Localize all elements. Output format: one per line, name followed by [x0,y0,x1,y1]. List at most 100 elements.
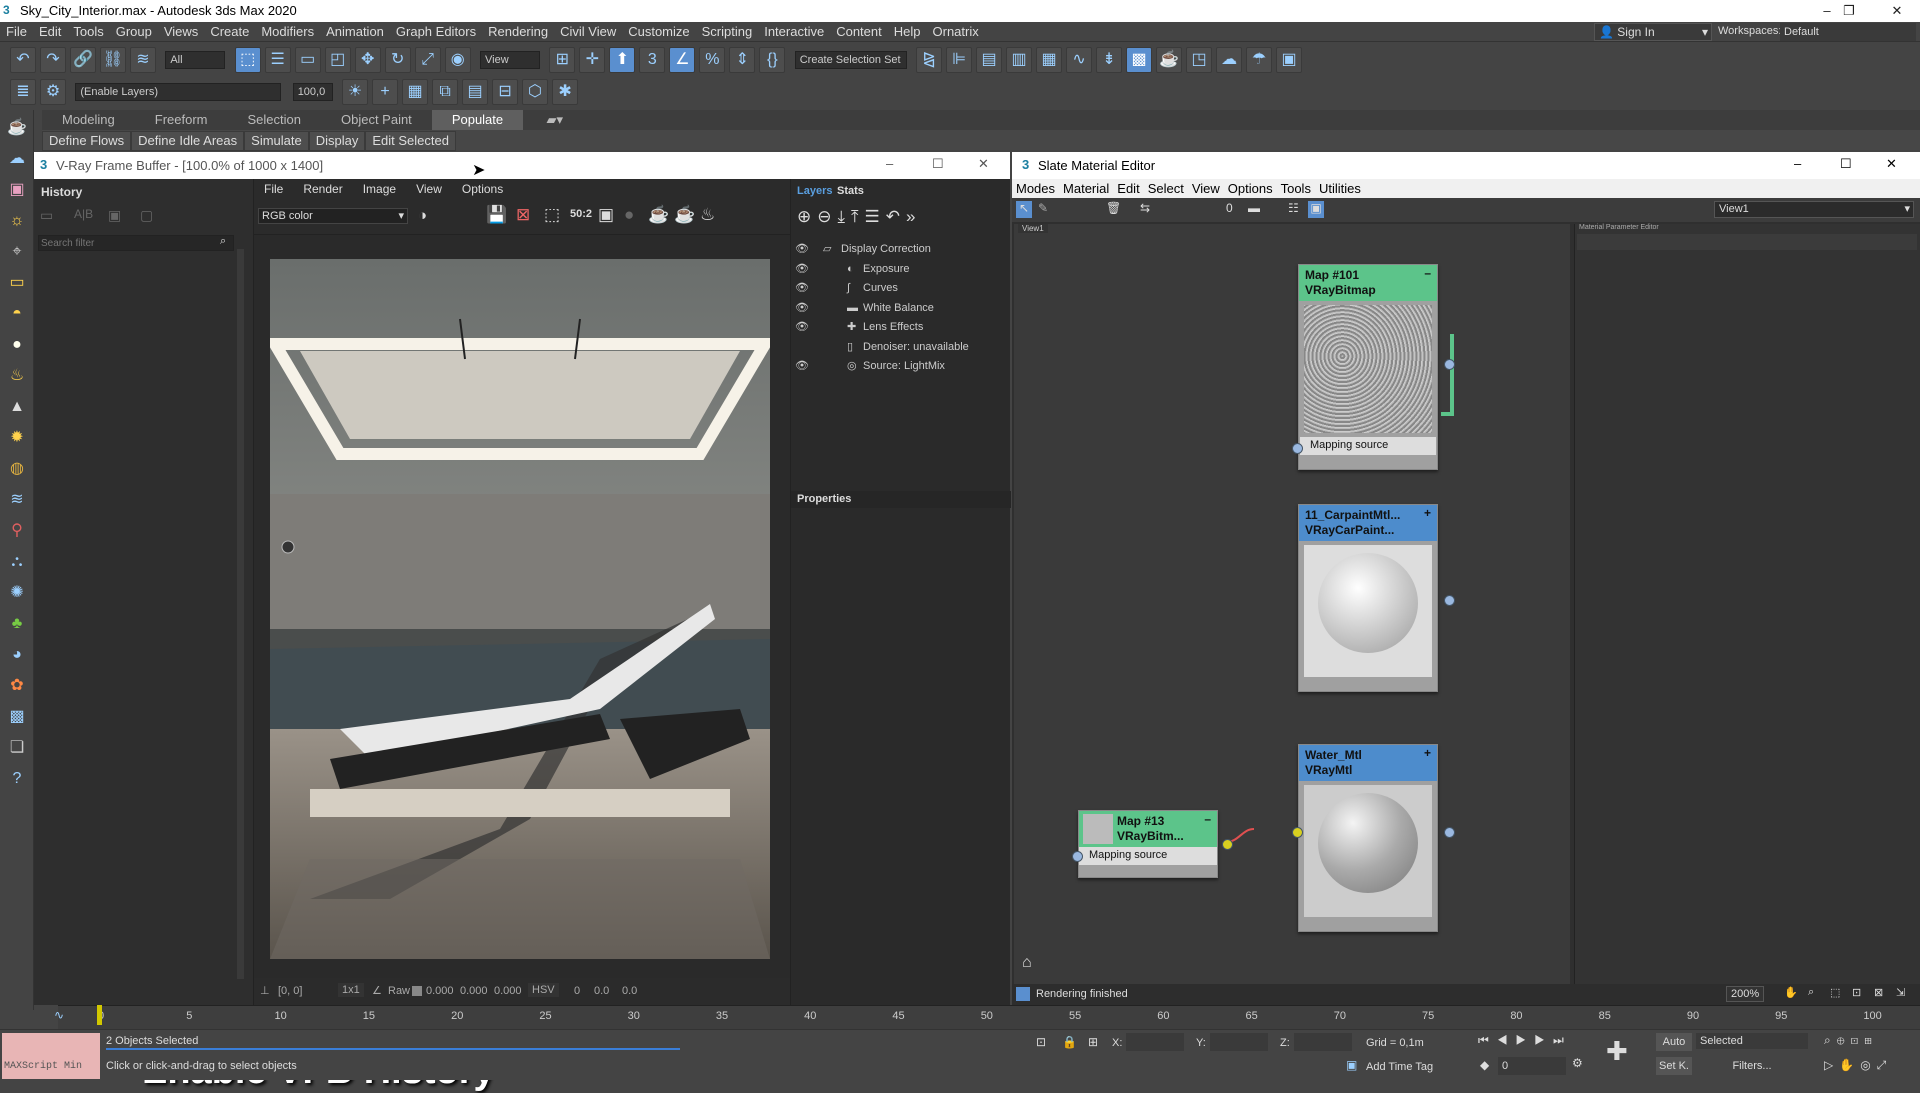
zoom-dropdown[interactable]: 200% [1726,986,1765,1002]
menu-views[interactable]: Views [158,22,204,42]
mapping-source-slot[interactable]: Mapping source [1079,847,1217,865]
tab-selection[interactable]: Selection [228,110,321,130]
input-port[interactable] [1292,827,1303,838]
param-editor-icon[interactable]: ▣ [1308,201,1324,218]
fov-icon[interactable]: ▷ [1824,1058,1839,1072]
dome-icon[interactable]: ◓ [5,302,29,326]
load-layers-icon[interactable]: ⤒ [851,207,865,226]
layout-icon[interactable]: ☷ [1288,201,1299,215]
timeline[interactable]: 0510152025303540455055606570758085909510… [58,1005,1920,1029]
menu-help[interactable]: Help [888,22,927,42]
menu-tools[interactable]: Tools [67,22,109,42]
menu-file[interactable]: File [0,22,33,42]
object-icon[interactable]: ⬡ [522,79,549,105]
input-port[interactable] [1292,443,1303,454]
menu-animation[interactable]: Animation [320,22,390,42]
ribbon-toggle-icon[interactable]: ▦ [1036,47,1063,73]
image-icon[interactable]: ▣ [5,178,29,202]
sign-in-dropdown[interactable]: 👤 Sign In ▾ [1594,23,1712,41]
define-idle-areas-button[interactable]: Define Idle Areas [131,131,245,151]
proxy-icon[interactable]: ⚲ [5,519,29,543]
layer-row[interactable]: 👁 ∫ Curves [791,279,1011,299]
lock-icon[interactable]: 🔒 [1062,1035,1077,1049]
slate-minimize-button[interactable]: – [1794,156,1801,171]
pan-icon[interactable]: ✋ [1784,986,1798,999]
go-start-icon[interactable]: ⏮ [1478,1033,1497,1047]
move-children-icon[interactable]: ⇆ [1140,201,1150,215]
settings-icon[interactable]: ✱ [552,79,579,105]
vfb-menu-options[interactable]: Options [452,179,513,199]
sphere-icon[interactable]: ● [5,333,29,357]
collapse-icon[interactable]: – [1424,266,1431,281]
vfb-icon[interactable]: ▩ [5,705,29,729]
auto-key-button[interactable]: Auto [1656,1033,1692,1051]
color-picker-icon[interactable]: ◑ [418,207,427,224]
menu-interactive[interactable]: Interactive [758,22,830,42]
isolate-icon[interactable]: ⊡ [1036,1035,1046,1049]
go-end-icon[interactable]: ⏭ [1553,1033,1572,1047]
layer-dropdown[interactable]: (Enable Layers) [75,83,282,101]
pin-icon[interactable]: ⊥ [260,984,270,997]
menu-civil-view[interactable]: Civil View [554,22,622,42]
set-key-button[interactable]: Set K. [1656,1057,1692,1075]
pan-view-icon[interactable]: ✋ [1839,1058,1860,1072]
tab-populate[interactable]: Populate [431,110,524,130]
key-mode-icon[interactable]: ◆ [1480,1058,1489,1072]
hierarchy-icon[interactable]: ⊟ [492,79,519,105]
bind-space-warp-icon[interactable]: ≋ [130,47,156,73]
plant-icon[interactable]: ♣ [5,612,29,636]
vfb-close-button[interactable]: ✕ [978,156,989,172]
light-icon[interactable]: ☼ [5,209,29,233]
select-manipulate-icon[interactable]: ✛ [579,47,606,73]
render-production-icon[interactable]: ☁ [1216,47,1243,73]
x-field[interactable] [1126,1033,1184,1051]
pivot-icon[interactable]: ⊞ [549,47,576,73]
ball-icon[interactable]: ◕ [5,643,29,667]
maximize-viewport-icon[interactable]: ⤢ [1877,1058,1893,1072]
save-image-icon[interactable]: 💾 [486,205,507,225]
layer-more-icon[interactable]: » [906,207,921,226]
tab-freeform[interactable]: Freeform [135,110,228,130]
align-icon[interactable]: ⊫ [946,47,973,73]
save-layers-icon[interactable]: ⤓ [838,207,852,226]
eye-icon[interactable]: 👁 [795,299,809,319]
display-button[interactable]: Display [308,131,366,151]
output-port[interactable] [1444,595,1455,606]
output-port[interactable] [1222,839,1233,850]
layer-explorer-icon[interactable]: ▥ [1006,47,1033,73]
select-tool-icon[interactable]: ↖ [1016,201,1032,218]
layer-row[interactable]: 👁 ✚ Lens Effects [791,318,1011,338]
create-selection-set-dropdown[interactable]: Create Selection Set [794,51,907,69]
teapot2-icon[interactable]: ♨ [5,364,29,388]
tab-stats[interactable]: Stats [837,185,864,197]
workspaces-dropdown[interactable]: Default [1780,23,1916,41]
menu-graph-editors[interactable]: Graph Editors [390,22,482,42]
add-layer-icon[interactable]: ⊕ [797,207,817,226]
doc-icon[interactable]: ❏ [5,736,29,760]
unlink-icon[interactable]: ⛓ [100,47,126,73]
copy-icon[interactable]: ⧉ [432,79,459,105]
z-field[interactable] [1294,1033,1352,1051]
edit-selected-button[interactable]: Edit Selected [365,131,456,151]
slate-menu-edit[interactable]: Edit [1113,179,1143,198]
remove-layer-icon[interactable]: ⊖ [817,207,837,226]
mapping-source-slot[interactable]: Mapping source [1300,437,1436,455]
populate-icon[interactable]: ☀ [342,79,369,105]
camera-icon[interactable]: ⌖ [5,240,29,264]
env-icon[interactable]: ⛬ [5,550,29,574]
vfb-menu-image[interactable]: Image [353,179,406,199]
node-carpaint[interactable]: 11_CarpaintMtl... VRayCarPaint... + [1298,504,1455,692]
layer-value-field[interactable]: 100,0 [292,83,333,101]
percent-snap-icon[interactable]: % [699,47,726,73]
redo-icon[interactable]: ↷ [40,47,66,73]
select-object-icon[interactable]: ⬚ [234,47,261,73]
slate-maximize-button[interactable]: ☐ [1840,156,1852,172]
tab-modeling[interactable]: Modeling [42,110,135,130]
stack-icon[interactable]: ▤ [462,79,489,105]
edit-named-sel-icon[interactable]: {} [759,47,786,73]
undo-icon[interactable]: ↶ [10,47,36,73]
layer-row[interactable]: ▯ Denoiser: unavailable [791,338,1011,358]
slate-close-button[interactable]: ✕ [1886,156,1897,172]
cloud-icon[interactable]: ☁ [5,147,29,171]
reference-coord-dropdown[interactable]: View [480,51,541,69]
